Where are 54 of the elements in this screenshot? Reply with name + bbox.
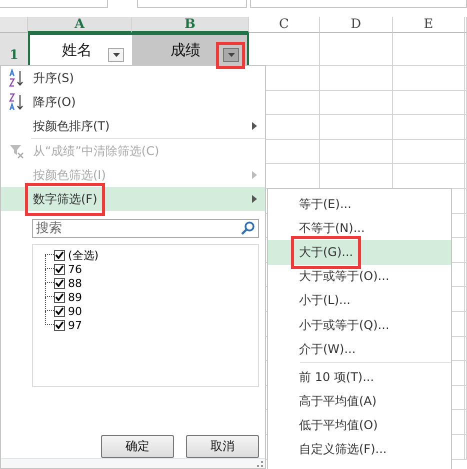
value-label: 90 <box>68 304 82 318</box>
column-header[interactable]: A <box>28 17 132 33</box>
column-header[interactable]: E <box>393 17 465 33</box>
menu-item[interactable]: 按颜色排序(T) <box>1 114 265 138</box>
table-cell <box>393 115 465 140</box>
submenu-arrow-icon <box>252 122 257 130</box>
menu-item[interactable]: 大于或等于(O)... <box>268 264 451 289</box>
menu-item[interactable]: 降序(O) <box>1 90 265 114</box>
menu-item[interactable]: 小于或等于(Q)... <box>268 312 451 338</box>
table-cell <box>393 90 465 116</box>
table-cell <box>393 33 465 66</box>
filter-dropdown-button[interactable] <box>108 48 124 62</box>
value-label: 76 <box>68 262 82 276</box>
table-cell <box>393 66 465 91</box>
checkbox[interactable] <box>54 320 65 330</box>
header-text: 成绩 <box>170 40 202 60</box>
search-icon <box>241 221 255 235</box>
table-cell <box>393 140 465 164</box>
sort-ascending-icon <box>9 69 25 87</box>
menu-item[interactable]: 不等于(N)... <box>268 216 451 240</box>
clear-filter-icon <box>9 143 25 159</box>
menu-item[interactable]: 升序(S) <box>1 66 265 90</box>
column-header[interactable]: D <box>320 17 393 33</box>
formula-field[interactable] <box>250 0 467 8</box>
menu-item[interactable]: 等于(E)... <box>268 192 451 216</box>
menu-item[interactable]: 小于(L)... <box>268 288 451 313</box>
search-field[interactable]: 搜索 <box>32 219 259 238</box>
menu-item[interactable]: 高于平均值(A) <box>268 390 451 414</box>
dialog-button[interactable]: 确定 <box>101 435 174 458</box>
value-label: 97 <box>68 318 82 332</box>
row-header[interactable]: 1 <box>0 33 28 66</box>
menu-item[interactable]: 介于(W)... <box>268 337 451 362</box>
submenu-arrow-icon <box>252 171 257 179</box>
checkbox[interactable] <box>54 278 65 288</box>
caret-icon <box>112 53 120 57</box>
sort-descending-icon <box>9 93 25 111</box>
checkbox[interactable] <box>54 306 65 316</box>
checkbox[interactable] <box>54 264 65 274</box>
checkbox[interactable] <box>54 292 65 302</box>
caret-icon <box>228 53 234 57</box>
resize-grip-icon[interactable] <box>257 460 263 466</box>
value-label: 89 <box>68 290 82 304</box>
dialog-button[interactable]: 取消 <box>186 435 259 458</box>
checkbox[interactable] <box>54 250 65 260</box>
header-text: 姓名 <box>62 40 93 60</box>
column-header[interactable]: C <box>249 17 320 33</box>
menu-item[interactable]: 自定义筛选(F)... <box>268 438 451 462</box>
filter-dropdown-button[interactable] <box>223 48 239 62</box>
submenu-arrow-icon <box>252 195 257 203</box>
menu-item[interactable]: 前 10 项(T)... <box>268 365 451 390</box>
value-label: 88 <box>68 276 82 290</box>
column-header[interactable]: B <box>132 17 249 33</box>
value-label: (全选) <box>68 248 99 262</box>
menu-item[interactable]: 低于平均值(O) <box>268 414 451 438</box>
